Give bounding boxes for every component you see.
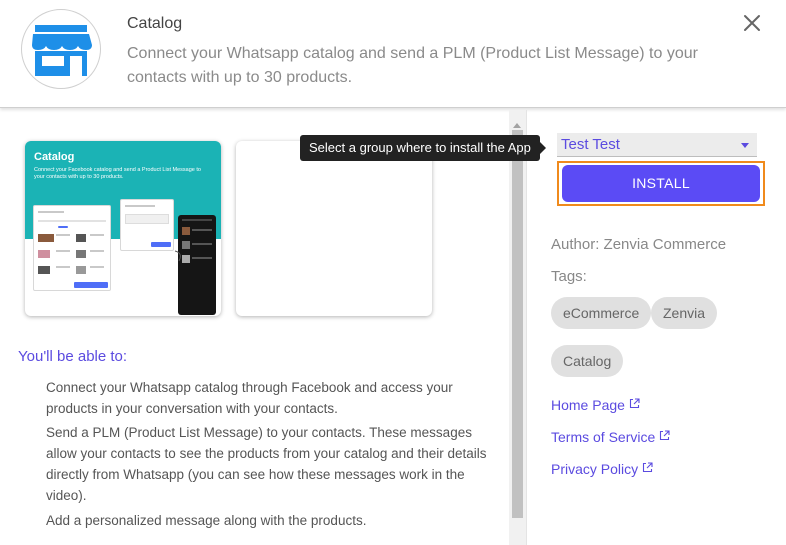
home-page-link[interactable]: Home Page bbox=[551, 397, 640, 413]
install-button[interactable]: INSTALL bbox=[562, 165, 760, 202]
app-logo bbox=[21, 9, 101, 89]
storefront-icon bbox=[32, 25, 92, 76]
divider bbox=[526, 110, 527, 545]
scroll-up-arrow-icon[interactable] bbox=[513, 123, 521, 128]
tags-label: Tags: bbox=[551, 268, 587, 285]
tag-chip-ecommerce[interactable]: eCommerce bbox=[551, 297, 652, 329]
external-link-icon bbox=[660, 430, 670, 441]
feature-item: Send a PLM (Product List Message) to you… bbox=[46, 425, 487, 503]
external-link-icon bbox=[643, 462, 653, 473]
external-link-icon bbox=[629, 398, 640, 409]
close-icon bbox=[744, 15, 760, 31]
group-select-value: Test Test bbox=[561, 136, 620, 153]
tag-chip-zenvia[interactable]: Zenvia bbox=[651, 297, 718, 329]
app-title: Catalog bbox=[127, 15, 183, 32]
screenshot-thumbnail[interactable]: Catalog Connect your Facebook catalog an… bbox=[25, 141, 221, 316]
group-select[interactable]: Test Test bbox=[557, 133, 757, 157]
privacy-policy-link[interactable]: Privacy Policy bbox=[551, 461, 653, 477]
video-thumbnail[interactable] bbox=[236, 141, 432, 316]
scrollbar-thumb[interactable] bbox=[512, 130, 523, 518]
app-description: Connect your Whatsapp catalog and send a… bbox=[127, 45, 698, 86]
terms-of-service-link-label: Terms of Service bbox=[551, 429, 656, 445]
app-details-pane: Catalog Connect your Facebook catalog an… bbox=[0, 110, 509, 545]
features-title: You'll be able to: bbox=[18, 348, 128, 365]
install-group-tooltip: Select a group where to install the App bbox=[300, 135, 546, 161]
feature-item: Connect your Whatsapp catalog through Fa… bbox=[46, 380, 453, 416]
thumbnail-arrow-icon bbox=[114, 250, 181, 272]
install-button-focus-ring: INSTALL bbox=[557, 161, 765, 206]
chevron-down-icon bbox=[741, 143, 749, 148]
author-label: Author: Zenvia Commerce bbox=[551, 236, 727, 253]
app-header: Catalog Connect your Whatsapp catalog an… bbox=[0, 0, 786, 108]
privacy-policy-link-label: Privacy Policy bbox=[551, 461, 639, 477]
home-page-link-label: Home Page bbox=[551, 397, 625, 413]
vertical-scrollbar[interactable] bbox=[509, 110, 526, 545]
tag-chip-catalog[interactable]: Catalog bbox=[551, 345, 624, 377]
feature-item: Add a personalized message along with th… bbox=[46, 513, 367, 528]
close-button[interactable] bbox=[741, 12, 763, 34]
terms-of-service-link[interactable]: Terms of Service bbox=[551, 429, 670, 445]
